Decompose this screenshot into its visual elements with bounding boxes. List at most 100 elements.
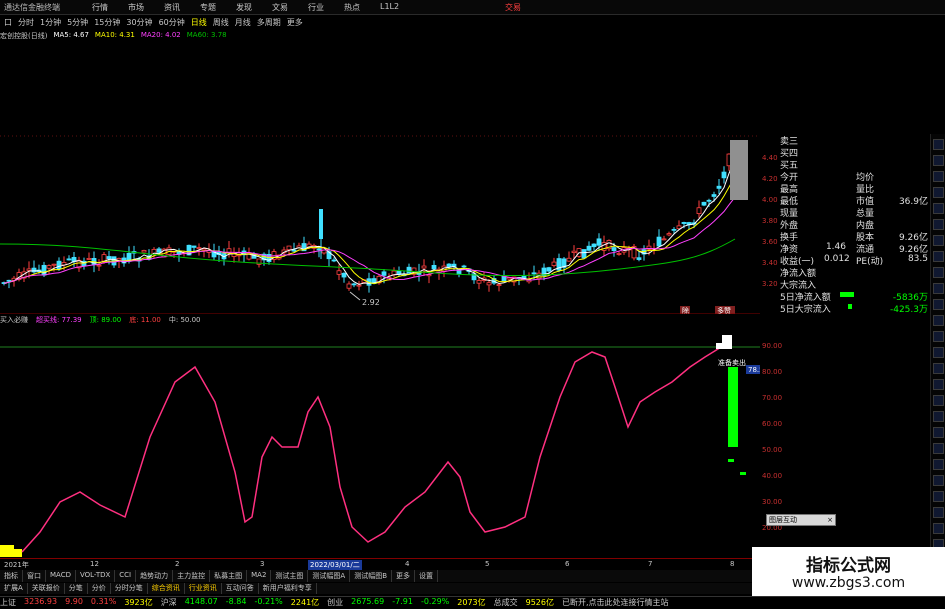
indicator-tab-10[interactable]: 测试幅图A <box>308 570 351 582</box>
status-item: 沪深 <box>160 598 177 607</box>
tool-icon[interactable] <box>933 283 944 294</box>
tool-icon[interactable] <box>933 507 944 518</box>
info-tab-8[interactable]: 新用户福利专享 <box>259 583 317 594</box>
period-tab-2[interactable]: 1分钟 <box>40 17 61 28</box>
tool-icon[interactable] <box>933 411 944 422</box>
info-tab-4[interactable]: 分时分笔 <box>111 583 148 594</box>
price-tick: 3.80 <box>762 217 778 225</box>
indicator-tab-5[interactable]: 趋势动力 <box>136 570 174 582</box>
indicator-tab-9[interactable]: 测试主图 <box>271 570 309 582</box>
main-menu: 行情 市场 资讯 专题 发现 文易 行业 热点 L1L2 <box>92 2 419 13</box>
period-tab-3[interactable]: 5分钟 <box>67 17 88 28</box>
ma-legend: 宏创控股(日线) MA5: 4.67 MA10: 4.31 MA20: 4.02… <box>0 31 233 42</box>
indicator-tab-0[interactable]: 指标 <box>0 570 23 582</box>
indicator-name[interactable]: 买入必赚 <box>0 315 28 326</box>
menu-item-l1l2[interactable]: L1L2 <box>380 2 399 13</box>
menu-item-discover[interactable]: 发现 <box>236 2 252 13</box>
info-tab-2[interactable]: 分笔 <box>65 583 88 594</box>
menu-item-industry[interactable]: 行业 <box>308 2 324 13</box>
tool-icon[interactable] <box>933 459 944 470</box>
info-tab-3[interactable]: 分价 <box>88 583 111 594</box>
period-tab-8[interactable]: 周线 <box>213 17 229 28</box>
tool-icon[interactable] <box>933 251 944 262</box>
info-tab-5[interactable]: 综合资讯 <box>148 583 185 594</box>
tool-icon[interactable] <box>933 363 944 374</box>
menu-item-topics[interactable]: 专题 <box>200 2 216 13</box>
candle-body <box>106 256 112 260</box>
info-tab-1[interactable]: 关联报价 <box>28 583 65 594</box>
tool-icon[interactable] <box>933 523 944 534</box>
candle-body <box>581 249 587 259</box>
tool-icon[interactable] <box>933 203 944 214</box>
indicator-tab-7[interactable]: 私募主图 <box>210 570 248 582</box>
indicator-tab-11[interactable]: 测试幅图B <box>350 570 393 582</box>
indicator-tab-12[interactable]: 更多 <box>392 570 416 582</box>
tool-icon[interactable] <box>933 299 944 310</box>
period-tab-6[interactable]: 60分钟 <box>159 17 185 28</box>
tool-icon[interactable] <box>933 187 944 198</box>
signal-tick <box>740 472 746 475</box>
candle-body <box>501 276 507 282</box>
ma20-line <box>3 198 735 284</box>
quote-value-left: 1.46 <box>825 242 846 252</box>
indicator-tab-2[interactable]: MACD <box>46 570 76 582</box>
tool-icon[interactable] <box>933 235 944 246</box>
price-tick: 4.20 <box>762 175 778 183</box>
tool-icon[interactable] <box>933 267 944 278</box>
period-tab-10[interactable]: 多周期 <box>257 17 281 28</box>
quote-row: 买五 <box>780 158 928 171</box>
tool-icon[interactable] <box>933 379 944 390</box>
indicator-tab-4[interactable]: CCI <box>115 570 137 582</box>
tool-icon[interactable] <box>933 395 944 406</box>
period-tab-4[interactable]: 15分钟 <box>94 17 120 28</box>
price-tick: 3.20 <box>762 280 778 288</box>
tool-icon[interactable] <box>933 171 944 182</box>
menu-item-market[interactable]: 市场 <box>128 2 144 13</box>
tool-icon[interactable] <box>933 331 944 342</box>
info-tab-6[interactable]: 行业资讯 <box>185 583 222 594</box>
tool-icon[interactable] <box>933 315 944 326</box>
period-tab-5[interactable]: 30分钟 <box>126 17 152 28</box>
candlestick-chart[interactable]: 2.92 除 多赞 <box>0 44 760 314</box>
candle-body <box>696 207 702 214</box>
date-tick: 12 <box>90 560 99 568</box>
indicator-tab-1[interactable]: 窗口 <box>23 570 46 582</box>
tool-icon[interactable] <box>933 475 944 486</box>
candle-body <box>331 259 337 262</box>
candle-body <box>421 265 427 269</box>
menu-item-news[interactable]: 资讯 <box>164 2 180 13</box>
period-tab-7[interactable]: 日线 <box>191 17 207 28</box>
date-tick: 3 <box>260 560 265 568</box>
menu-item-quotes[interactable]: 行情 <box>92 2 108 13</box>
quote-row: 净资 1.46 流通 9.26亿 <box>780 242 928 255</box>
candle-body <box>381 271 387 276</box>
candle-body <box>661 238 667 241</box>
oscillator-chart[interactable]: 准备卖出78.54 <box>0 327 760 557</box>
period-tab-11[interactable]: 更多 <box>287 17 303 28</box>
layer-popup[interactable]: 图层互动 × <box>766 514 836 526</box>
close-icon[interactable]: × <box>827 515 833 525</box>
period-tab-9[interactable]: 月线 <box>235 17 251 28</box>
menu-item-wenyi[interactable]: 文易 <box>272 2 288 13</box>
indicator-tab-6[interactable]: 主力监控 <box>173 570 211 582</box>
menu-item-hot[interactable]: 热点 <box>344 2 360 13</box>
indicator-tab-13[interactable]: 设置 <box>415 570 439 582</box>
quote-row: 现量 总量 <box>780 206 928 219</box>
tool-icon[interactable] <box>933 155 944 166</box>
tool-icon[interactable] <box>933 427 944 438</box>
info-tab-0[interactable]: 扩展A <box>0 583 28 594</box>
tool-icon[interactable] <box>933 139 944 150</box>
tool-icon[interactable] <box>933 491 944 502</box>
trade-button[interactable]: 交易 <box>505 2 521 13</box>
layer-popup-label: 图层互动 <box>769 516 797 524</box>
tool-icon[interactable] <box>933 219 944 230</box>
indicator-tab-8[interactable]: MA2 <box>247 570 272 582</box>
info-tab-7[interactable]: 互动问答 <box>222 583 259 594</box>
period-tab-1[interactable]: 分时 <box>18 17 34 28</box>
period-tab-0[interactable]: 口 <box>4 17 12 28</box>
tool-icon[interactable] <box>933 443 944 454</box>
tool-icon[interactable] <box>933 347 944 358</box>
indicator-tab-3[interactable]: VOL-TDX <box>76 570 116 582</box>
title-bar: 通达信金融终端 行情 市场 资讯 专题 发现 文易 行业 热点 L1L2 交易 <box>0 0 945 15</box>
date-tick: 2021年 <box>4 561 29 569</box>
